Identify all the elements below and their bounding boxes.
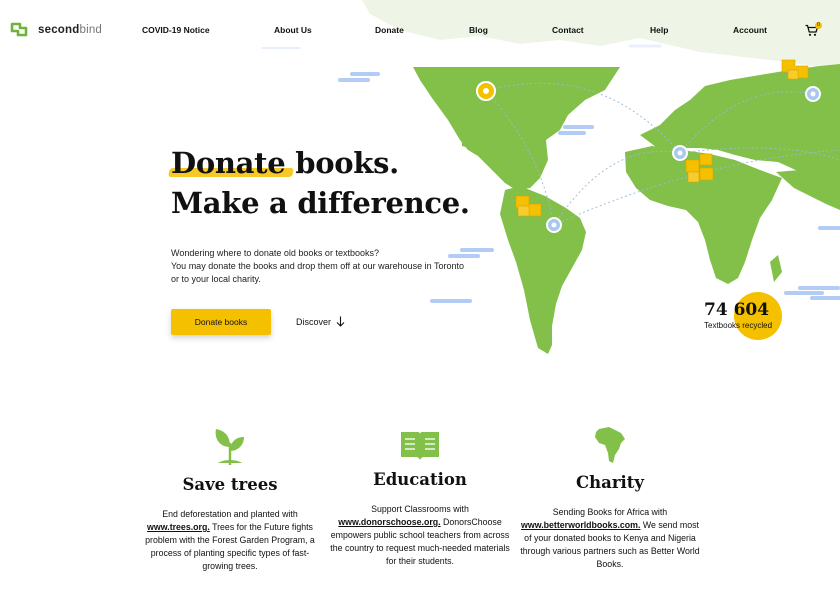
cart-count-badge: 0 — [815, 22, 822, 29]
textbooks-recycled-stat: 74 604 Textbooks recycled — [704, 292, 782, 340]
map-madagascar — [770, 255, 782, 282]
africa-icon — [595, 427, 625, 463]
arrow-down-icon — [336, 316, 345, 327]
hero-title: Donate books. Make a difference. — [171, 143, 470, 223]
feature-description: Support Classrooms with www.donorschoose… — [330, 504, 510, 566]
brand-logo[interactable]: secondbind — [10, 21, 102, 38]
feature-description: End deforestation and planted with www.t… — [145, 509, 315, 571]
cart-button[interactable]: 0 — [805, 22, 822, 42]
trees-org-link[interactable]: www.trees.org. — [147, 522, 210, 532]
hero-subtitle-line1: Wondering where to donate old books or t… — [171, 248, 379, 258]
feature-title: Education — [373, 470, 467, 489]
feature-education: Education Support Classrooms with www.do… — [330, 428, 510, 568]
open-book-icon — [401, 432, 439, 460]
hero-title-rest: books. — [285, 146, 399, 180]
betterworldbooks-link[interactable]: www.betterworldbooks.com. — [521, 520, 640, 530]
donorschoose-link[interactable]: www.donorschoose.org. — [338, 517, 440, 527]
hero-title-highlight: Donate — [171, 143, 286, 183]
nav-blog[interactable]: Blog — [469, 25, 488, 35]
map-south-america — [500, 186, 586, 354]
feature-save-trees: Save trees End deforestation and planted… — [140, 425, 320, 573]
nav-covid-notice[interactable]: COVID-19 Notice — [142, 25, 210, 35]
nav-account[interactable]: Account — [733, 25, 767, 35]
nav-about-us[interactable]: About Us — [274, 25, 312, 35]
brand-name: secondbind — [38, 23, 103, 36]
stat-value: 74 604 — [704, 300, 770, 320]
sprout-icon — [215, 429, 244, 465]
nav-donate[interactable]: Donate — [375, 25, 404, 35]
hero-subtitle-line2: You may donate the books and drop them o… — [171, 261, 465, 284]
feature-description: Sending Books for Africa with www.better… — [520, 507, 700, 569]
feature-charity: Charity Sending Books for Africa with ww… — [520, 425, 700, 571]
hero-subtitle: Wondering where to donate old books or t… — [171, 247, 466, 286]
donate-books-button[interactable]: Donate books — [171, 309, 271, 335]
feature-title: Charity — [576, 473, 644, 492]
stat-label: Textbooks recycled — [704, 321, 773, 330]
discover-link[interactable]: Discover — [296, 316, 345, 327]
hero-title-line2: Make a difference. — [171, 186, 470, 220]
map-africa — [625, 146, 782, 284]
nav-help[interactable]: Help — [650, 25, 668, 35]
map-faint-landmass — [362, 0, 840, 70]
feature-title: Save trees — [182, 475, 278, 494]
logo-icon — [10, 22, 28, 37]
nav-contact[interactable]: Contact — [552, 25, 584, 35]
discover-label: Discover — [296, 316, 332, 327]
